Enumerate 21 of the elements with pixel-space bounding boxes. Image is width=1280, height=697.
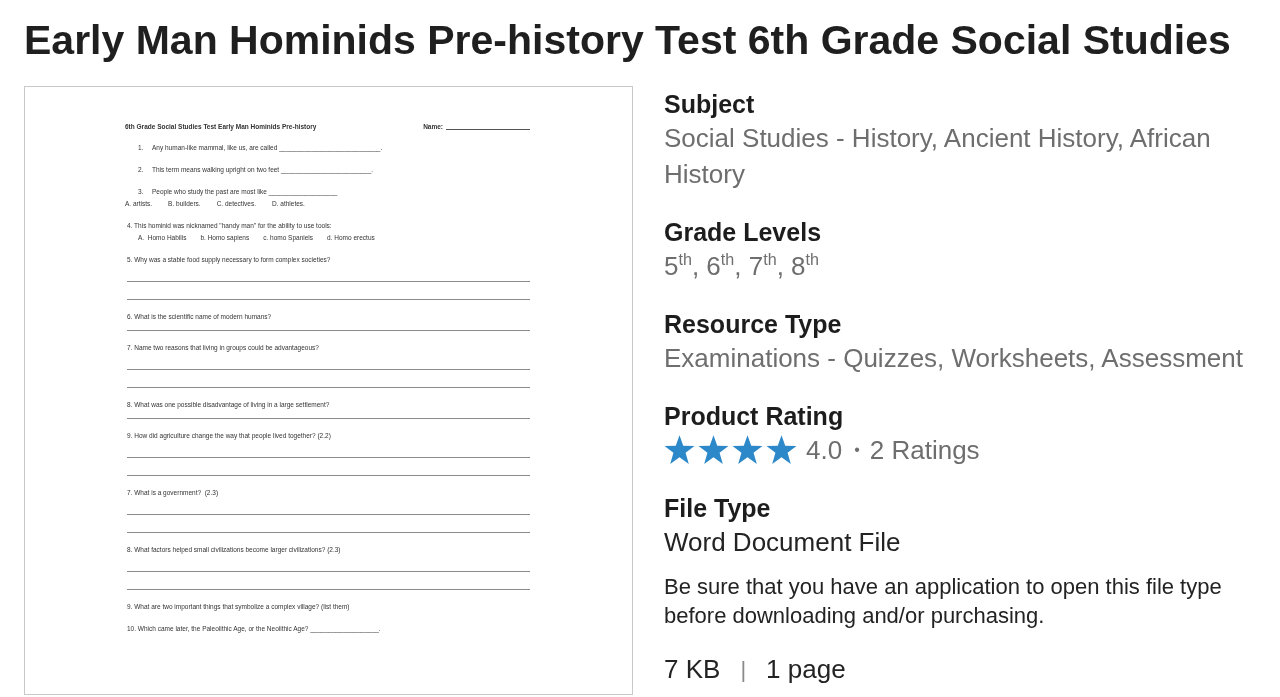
section-label: File Type [664, 493, 772, 524]
section-label: Grade Levels [664, 217, 823, 248]
star-icon [698, 435, 729, 465]
section-value: 5$^{th}$, 6$^{th}$, 7$^{th}$, 8$^{th}$ [664, 249, 820, 283]
section-label: Resource Type [664, 309, 843, 340]
file-type-note: Be sure that you have an application to open this file type before downloading and/or purchasing. [664, 573, 1223, 630]
page-count: 1 page [766, 653, 846, 686]
page-title: Early Man Hominids Pre-history Test 6th Grade Social Studies [24, 16, 1232, 64]
rating-score: 4.0 [806, 434, 843, 467]
info-separator: | [740, 656, 747, 684]
star-icon [766, 435, 797, 465]
star-icon [664, 435, 695, 465]
file-size: 7 KB [664, 653, 721, 686]
section-value: Examinations - Quizzes, Worksheets, Assessment [664, 342, 1244, 375]
rating-count: 2 Ratings [869, 434, 980, 467]
rating-separator: • [854, 440, 860, 460]
section-label: Product Rating [664, 401, 845, 432]
section-value: Word Document File [664, 526, 902, 559]
star-icon [732, 435, 763, 465]
section-value: Social Studies - History, Ancient History, African History [664, 122, 1212, 191]
section-label: Subject [664, 89, 756, 120]
